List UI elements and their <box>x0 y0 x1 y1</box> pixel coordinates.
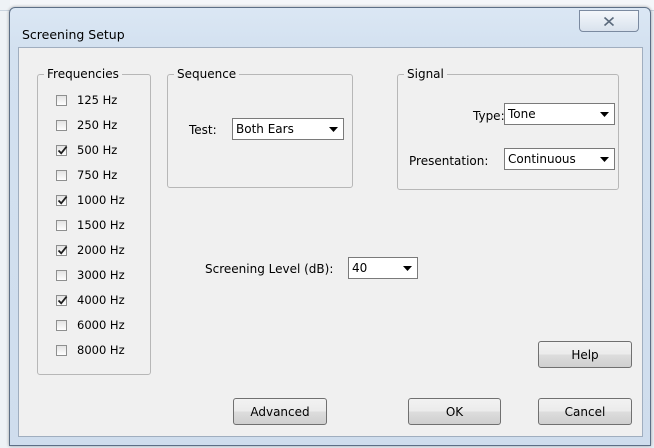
dialog-client-area: Frequencies 125 Hz 250 Hz 500 Hz 750 Hz 1000… <box>18 47 643 437</box>
chevron-down-icon[interactable] <box>596 150 613 168</box>
frequency-checkbox[interactable] <box>56 144 68 156</box>
screening-level-value: 40 <box>352 261 368 275</box>
presentation-label: Presentation: <box>409 154 489 168</box>
dialog-title: Screening Setup <box>22 27 125 42</box>
screening-level-select[interactable]: 40 <box>348 257 418 279</box>
frequency-label: 6000 Hz <box>77 318 125 332</box>
sequence-group: Sequence Test: Both Ears <box>167 66 353 188</box>
chevron-down-icon[interactable] <box>399 259 416 277</box>
check-icon <box>57 195 68 205</box>
frequency-label: 500 Hz <box>77 143 118 157</box>
frequency-label: 2000 Hz <box>77 243 125 257</box>
chevron-down-icon[interactable] <box>596 105 613 123</box>
test-label: Test: <box>189 123 217 137</box>
sequence-group-label: Sequence <box>174 66 240 82</box>
presentation-select-value: Continuous <box>508 152 576 166</box>
frequency-checkbox-row[interactable]: 750 Hz <box>56 167 117 183</box>
title-bar[interactable]: Screening Setup <box>10 8 650 47</box>
close-button[interactable] <box>579 10 639 32</box>
frequency-label: 1000 Hz <box>77 193 125 207</box>
frequency-checkbox[interactable] <box>56 194 68 206</box>
frequency-checkbox[interactable] <box>56 244 68 256</box>
frequency-checkbox-row[interactable]: 500 Hz <box>56 142 117 158</box>
frequency-checkbox-row[interactable]: 1000 Hz <box>56 192 125 208</box>
frequency-checkbox[interactable] <box>56 344 67 356</box>
frequency-label: 4000 Hz <box>77 293 125 307</box>
frequencies-group-label: Frequencies <box>44 66 122 82</box>
screening-setup-dialog: Screening Setup Frequencies 125 Hz 250 Hz… <box>9 7 651 446</box>
chevron-down-icon[interactable] <box>325 120 342 138</box>
check-icon <box>57 295 68 305</box>
frequencies-group: Frequencies 125 Hz 250 Hz 500 Hz 750 Hz 1000… <box>37 66 151 375</box>
help-button[interactable]: Help <box>538 341 632 368</box>
frequency-checkbox-row[interactable]: 1500 Hz <box>56 217 125 233</box>
frequency-checkbox-row[interactable]: 250 Hz <box>56 117 117 133</box>
test-select[interactable]: Both Ears <box>232 118 344 140</box>
frequency-checkbox[interactable] <box>56 119 67 131</box>
frequency-checkbox-row[interactable]: 6000 Hz <box>56 317 125 333</box>
type-select[interactable]: Tone <box>504 103 615 125</box>
frequency-label: 125 Hz <box>77 93 118 107</box>
frequency-checkbox-row[interactable]: 4000 Hz <box>56 292 125 308</box>
frequency-label: 3000 Hz <box>77 268 125 282</box>
check-icon <box>57 145 68 155</box>
type-select-value: Tone <box>508 107 536 121</box>
frequency-checkbox-row[interactable]: 2000 Hz <box>56 242 125 258</box>
advanced-button[interactable]: Advanced <box>233 398 327 425</box>
frequency-checkbox[interactable] <box>56 169 67 181</box>
signal-group-label: Signal <box>404 66 447 82</box>
frequency-checkbox-row[interactable]: 125 Hz <box>56 92 117 108</box>
frequency-label: 250 Hz <box>77 118 118 132</box>
test-select-value: Both Ears <box>236 122 294 136</box>
type-label: Type: <box>473 109 505 123</box>
frequency-label: 1500 Hz <box>77 218 125 232</box>
frequency-checkbox-row[interactable]: 3000 Hz <box>56 267 125 283</box>
frequency-checkbox[interactable] <box>56 94 67 106</box>
ok-button[interactable]: OK <box>408 398 501 425</box>
cancel-button[interactable]: Cancel <box>538 398 632 425</box>
frequency-label: 8000 Hz <box>77 343 125 357</box>
signal-group: Signal Type: Tone Presentation: Continuo… <box>397 66 619 190</box>
close-icon <box>603 16 615 27</box>
frequency-checkbox-row[interactable]: 8000 Hz <box>56 342 125 358</box>
frequency-checkbox[interactable] <box>56 319 67 331</box>
presentation-select[interactable]: Continuous <box>504 148 615 170</box>
screening-level-label: Screening Level (dB): <box>205 262 334 276</box>
frequency-checkbox[interactable] <box>56 219 67 231</box>
frequency-label: 750 Hz <box>77 168 118 182</box>
frequency-checkbox[interactable] <box>56 294 68 306</box>
check-icon <box>57 245 68 255</box>
frequency-checkbox[interactable] <box>56 269 67 281</box>
